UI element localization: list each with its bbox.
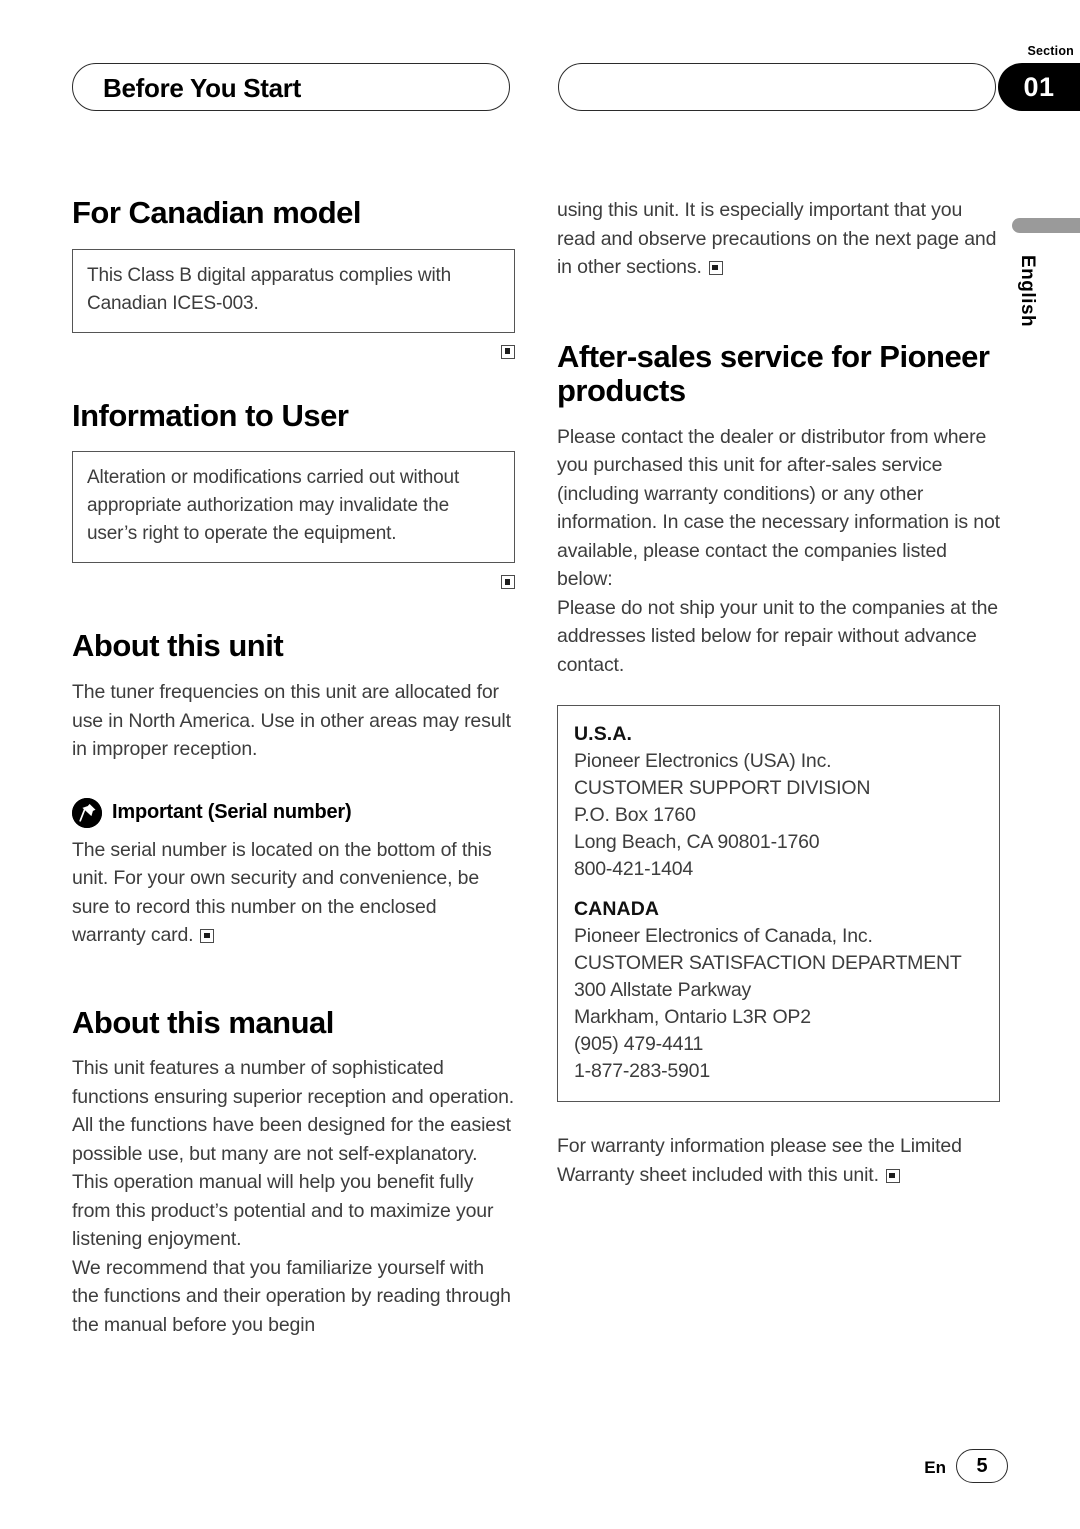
continued-paragraph: using this unit. It is especially import… <box>557 196 1000 282</box>
about-this-unit-paragraph: The tuner frequencies on this unit are a… <box>72 681 511 761</box>
section-label: Section <box>1027 44 1074 58</box>
warranty-note: For warranty information please see the … <box>557 1132 1000 1189</box>
footer-language-code: En <box>924 1458 946 1477</box>
heading-after-sales-service: After-sales service for Pioneer products <box>557 338 990 409</box>
right-column: using this unit. It is especially import… <box>557 196 1000 1189</box>
after-sales-paragraph-2: Please do not ship your unit to the comp… <box>557 596 998 676</box>
address-line: Long Beach, CA 90801-1760 <box>574 831 820 854</box>
address-line: Markham, Ontario L3R OP2 <box>574 1006 811 1029</box>
canadian-model-notice-box: This Class B digital apparatus complies … <box>72 248 515 333</box>
page-number-badge: 5 <box>956 1449 1008 1483</box>
important-serial-number-row: Important (Serial number) <box>72 797 515 828</box>
endmark-row-information <box>72 575 515 590</box>
page-title: Before You Start <box>103 73 301 103</box>
language-tab-label: English <box>1017 255 1038 328</box>
page-footer: En 5 <box>72 1449 1008 1489</box>
manual-page: Before You Start Section 01 English For … <box>0 0 1080 1529</box>
information-to-user-notice-text: Alteration or modifications carried out … <box>87 467 460 545</box>
header-pill-right <box>558 63 996 111</box>
section-number-badge: 01 <box>998 63 1080 111</box>
contact-address-box: U.S.A. Pioneer Electronics (USA) Inc. CU… <box>557 705 1000 1103</box>
heading-for-canadian-model: For Canadian model <box>72 195 361 230</box>
about-this-manual-paragraph-2: We recommend that you familiarize yourse… <box>72 1256 511 1336</box>
address-line: P.O. Box 1760 <box>574 804 696 827</box>
warranty-note-text: For warranty information please see the … <box>557 1135 962 1186</box>
address-country-usa: U.S.A. <box>574 723 633 746</box>
address-line: 800-421-1404 <box>574 858 694 881</box>
left-column: For Canadian model This Class B digital … <box>72 195 515 1339</box>
end-of-section-icon <box>200 929 215 944</box>
address-line: CUSTOMER SUPPORT DIVISION <box>574 777 871 800</box>
end-of-section-icon <box>501 575 515 590</box>
heading-information-to-user: Information to User <box>72 397 349 433</box>
header-pill-left: Before You Start <box>72 63 510 111</box>
page-header: Before You Start <box>72 63 1008 113</box>
end-of-section-icon <box>501 344 515 359</box>
language-tab-bar <box>1012 218 1080 233</box>
address-line: 300 Allstate Parkway <box>574 979 752 1002</box>
heading-about-this-manual: About this manual <box>72 1004 334 1040</box>
about-this-manual-paragraph-1: This unit features a number of sophistic… <box>72 1057 515 1251</box>
canadian-model-notice-text: This Class B digital apparatus complies … <box>87 264 452 314</box>
address-line: CUSTOMER SATISFACTION DEPARTMENT <box>574 952 962 975</box>
address-line: Pioneer Electronics of Canada, Inc. <box>574 925 873 948</box>
heading-about-this-unit: About this unit <box>72 628 284 664</box>
important-serial-number-label: Important (Serial number) <box>112 801 352 824</box>
address-line: 1-877-283-5901 <box>574 1060 710 1083</box>
after-sales-paragraph-1: Please contact the dealer or distributor… <box>557 425 1000 591</box>
address-line: (905) 479-4411 <box>574 1033 704 1056</box>
continued-paragraph-text: using this unit. It is especially import… <box>557 199 997 278</box>
end-of-section-icon <box>885 1168 900 1183</box>
end-of-section-icon <box>708 261 723 275</box>
serial-number-paragraph-text: The serial number is located on the bott… <box>72 838 492 947</box>
pushpin-icon <box>72 797 102 828</box>
address-line: Pioneer Electronics (USA) Inc. <box>574 750 832 773</box>
endmark-row-canadian <box>72 344 515 359</box>
serial-number-paragraph: The serial number is located on the bott… <box>72 836 515 950</box>
address-country-canada: CANADA <box>574 898 660 921</box>
information-to-user-notice-box: Alteration or modifications carried out … <box>72 451 515 564</box>
